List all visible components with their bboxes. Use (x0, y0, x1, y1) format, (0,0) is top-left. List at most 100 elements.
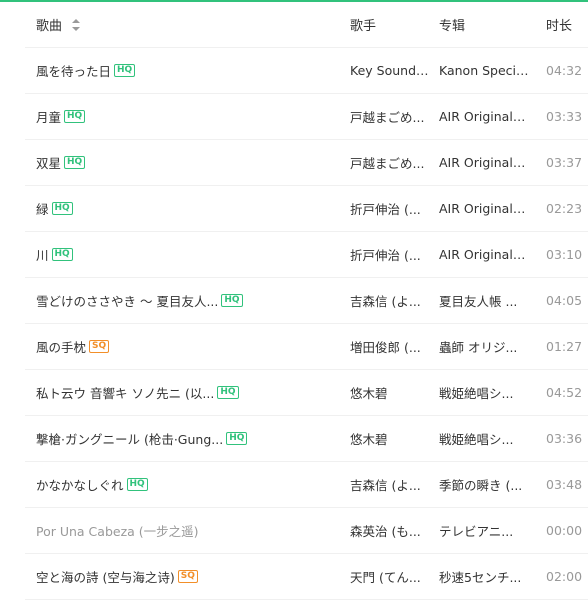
song-title-link[interactable]: 空と海の詩 (空与海之诗) (36, 567, 175, 586)
sq-quality-badge: SQ (89, 340, 110, 353)
duration-text: 03:48 (546, 477, 583, 492)
duration-cell: 02:23 (546, 186, 588, 231)
album-link[interactable]: Kanon Special... (439, 63, 529, 78)
header-song-label: 歌曲 (36, 19, 63, 34)
table-row[interactable]: 川 HQ 折戸伸治 (... AIR Original S... 03:10 (25, 232, 588, 278)
album-link[interactable]: 秒速5センチ... (439, 567, 529, 586)
album-link[interactable]: テレビアニ... (439, 521, 529, 540)
duration-text: 03:33 (546, 109, 583, 124)
artist-cell: 折戸伸治 (... (350, 186, 430, 231)
artist-link[interactable]: 戸越まごめ... (350, 153, 430, 172)
artist-cell: 増田俊郎 (... (350, 324, 430, 369)
table-row[interactable]: 風の手枕 SQ 増田俊郎 (... 蟲師 オリジ... 01:27 (25, 324, 588, 370)
hq-quality-badge: HQ (51, 248, 73, 261)
song-title-link[interactable]: 撃槍·ガングニール (枪击·Gung... (36, 429, 223, 448)
album-cell: 秒速5センチ... (439, 554, 529, 599)
song-title-cell: 雪どけのささやき 〜 夏目友人... HQ (36, 278, 336, 323)
artist-link[interactable]: 悠木碧 (350, 383, 430, 402)
artist-link[interactable]: 折戸伸治 (... (350, 199, 430, 218)
table-row[interactable]: Por Una Cabeza (一步之遥) 森英治 (も... テレビアニ... 00… (25, 508, 588, 554)
album-link[interactable]: 夏目友人帳 ... (439, 291, 529, 310)
album-cell: AIR Original S... (439, 232, 529, 277)
song-title-link[interactable]: 川 (36, 245, 49, 264)
duration-cell: 02:00 (546, 554, 588, 599)
table-row[interactable]: 月童 HQ 戸越まごめ... AIR Original S... 03:33 (25, 94, 588, 140)
album-link[interactable]: AIR Original S... (439, 201, 529, 216)
artist-cell: 戸越まごめ... (350, 140, 430, 185)
album-link[interactable]: AIR Original S... (439, 109, 529, 124)
artist-link[interactable]: 森英治 (も... (350, 521, 430, 540)
song-title-link[interactable]: 風を待った日 (36, 61, 111, 80)
table-row[interactable]: 風を待った日HQ Key Sounds... Kanon Special... 04:… (25, 48, 588, 94)
artist-link[interactable]: 折戸伸治 (... (350, 245, 430, 264)
album-link[interactable]: AIR Original S... (439, 247, 529, 262)
header-album-label: 专辑 (439, 19, 466, 34)
duration-cell: 03:37 (546, 140, 588, 185)
duration-text: 00:00 (546, 523, 583, 538)
song-title-link[interactable]: かなかなしぐれ (36, 475, 124, 494)
song-title-cell: 緑 HQ (36, 186, 336, 231)
album-cell: AIR Original S... (439, 186, 529, 231)
table-row[interactable]: 双星 HQ 戸越まごめ... AIR Original S... 03:37 (25, 140, 588, 186)
song-title-link[interactable]: 私ト云ウ 音響キ ソノ先ニ (以... (36, 383, 214, 402)
artist-cell: Key Sounds... (350, 48, 430, 93)
song-title-link[interactable]: 風の手枕 (36, 337, 86, 356)
header-album-column: 专辑 (439, 2, 529, 47)
artist-cell: 戸越まごめ... (350, 94, 430, 139)
duration-text: 02:00 (546, 569, 583, 584)
duration-cell: 03:36 (546, 416, 588, 461)
duration-cell: 01:27 (546, 324, 588, 369)
header-artist-label: 歌手 (350, 19, 377, 34)
song-title-cell: かなかなしぐれ HQ (36, 462, 336, 507)
duration-cell: 03:10 (546, 232, 588, 277)
artist-link[interactable]: 吉森信 (よ... (350, 291, 430, 310)
song-title-cell: 私ト云ウ 音響キ ソノ先ニ (以... HQ (36, 370, 336, 415)
album-cell: AIR Original S... (439, 94, 529, 139)
album-link[interactable]: AIR Original S... (439, 155, 529, 170)
artist-link[interactable]: 吉森信 (よ... (350, 475, 430, 494)
artist-link[interactable]: 天門 (てん... (350, 567, 430, 586)
song-title-link[interactable]: Por Una Cabeza (一步之遥) (36, 521, 199, 540)
duration-text: 04:05 (546, 293, 583, 308)
album-link[interactable]: 季節の瞬き (... (439, 475, 529, 494)
artist-link[interactable]: 悠木碧 (350, 429, 430, 448)
song-title-link[interactable]: 緑 (36, 199, 49, 218)
hq-quality-badge: HQ (126, 478, 148, 491)
table-row[interactable]: かなかなしぐれ HQ 吉森信 (よ... 季節の瞬き (... 03:48 (25, 462, 588, 508)
song-title-link[interactable]: 雪どけのささやき 〜 夏目友人... (36, 291, 218, 310)
hq-quality-badge: HQ (64, 156, 86, 169)
duration-cell: 03:33 (546, 94, 588, 139)
hq-quality-badge: HQ (114, 64, 136, 77)
hq-quality-badge: HQ (226, 432, 248, 445)
duration-cell: 03:48 (546, 462, 588, 507)
duration-text: 03:10 (546, 247, 583, 262)
album-cell: テレビアニ... (439, 508, 529, 553)
album-cell: AIR Original S... (439, 140, 529, 185)
table-row[interactable]: 私ト云ウ 音響キ ソノ先ニ (以... HQ 悠木碧 戦姫絶唱シ... 04:52 (25, 370, 588, 416)
song-title-link[interactable]: 双星 (36, 153, 61, 172)
song-title-cell: 撃槍·ガングニール (枪击·Gung... HQ (36, 416, 336, 461)
sort-icon[interactable] (72, 18, 81, 31)
table-row[interactable]: 緑 HQ 折戸伸治 (... AIR Original S... 02:23 (25, 186, 588, 232)
table-header: 歌曲 歌手 专辑 时长 (25, 2, 588, 48)
table-row[interactable]: 撃槍·ガングニール (枪击·Gung... HQ 悠木碧 戦姫絶唱シ... 03:36 (25, 416, 588, 462)
artist-link[interactable]: 戸越まごめ... (350, 107, 430, 126)
header-artist-column: 歌手 (350, 2, 430, 47)
artist-link[interactable]: 増田俊郎 (... (350, 337, 430, 356)
song-title-cell: 空と海の詩 (空与海之诗) SQ (36, 554, 336, 599)
duration-text: 03:36 (546, 431, 583, 446)
duration-text: 02:23 (546, 201, 583, 216)
song-title-link[interactable]: 月童 (36, 107, 61, 126)
album-link[interactable]: 戦姫絶唱シ... (439, 383, 529, 402)
artist-link[interactable]: Key Sounds... (350, 63, 430, 78)
song-table: 歌曲 歌手 专辑 时长 風を待った日 HQ Key Sounds... Kanon S… (25, 2, 588, 600)
header-duration-label: 时长 (546, 19, 573, 34)
album-link[interactable]: 蟲師 オリジ... (439, 337, 529, 356)
table-row[interactable]: 雪どけのささやき 〜 夏目友人... HQ 吉森信 (よ... 夏目友人帳 ... 04… (25, 278, 588, 324)
header-song-column[interactable]: 歌曲 (36, 2, 336, 47)
hq-quality-badge: HQ (51, 202, 73, 215)
duration-text: 01:27 (546, 339, 583, 354)
album-link[interactable]: 戦姫絶唱シ... (439, 429, 529, 448)
table-row[interactable]: 空と海の詩 (空与海之诗) SQ 天門 (てん... 秒速5センチ... 02:00 (25, 554, 588, 600)
duration-cell: 04:05 (546, 278, 588, 323)
